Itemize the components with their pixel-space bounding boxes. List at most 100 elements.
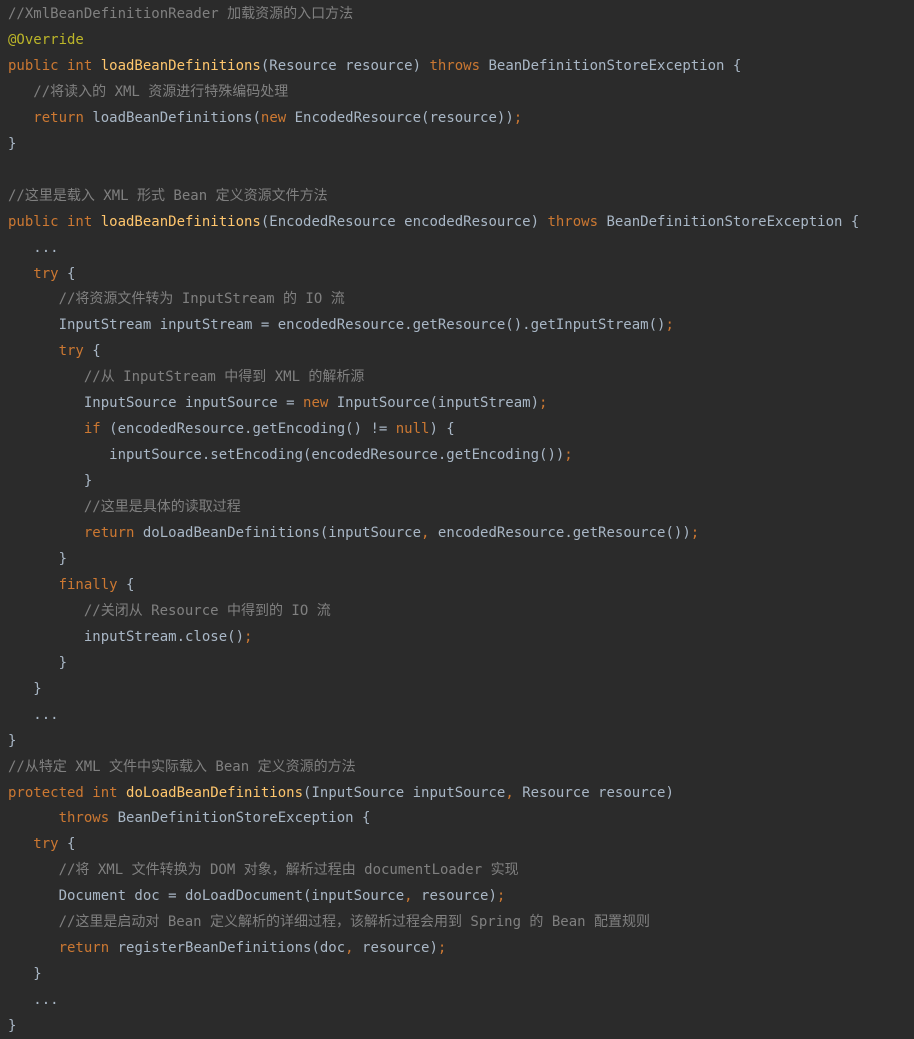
code-token: new — [303, 395, 337, 412]
code-token: Document doc = doLoadDocument(inputSourc… — [8, 888, 405, 905]
code-token: , — [421, 525, 438, 541]
code-token: BeanDefinitionStoreException { — [488, 57, 742, 74]
code-line: } — [8, 676, 42, 702]
code-line: if (encodedResource.getEncoding() != nul… — [8, 416, 455, 442]
code-token: } — [8, 473, 93, 490]
code-token: { — [126, 576, 135, 593]
code-token: ; — [244, 628, 253, 645]
code-line: } — [8, 546, 67, 572]
code-line: } — [8, 131, 16, 157]
code-token: ; — [690, 525, 700, 541]
code-line: inputSource.setEncoding(encodedResource.… — [8, 442, 573, 468]
code-line: try { — [8, 338, 101, 364]
code-line: //这里是启动对 Bean 定义解析的详细过程，该解析过程会用到 Spring … — [8, 909, 650, 935]
code-token: , — [505, 784, 523, 801]
code-comment: //这里是启动对 Bean 定义解析的详细过程，该解析过程会用到 Spring … — [8, 914, 651, 931]
code-token: } — [8, 654, 68, 671]
code-token: ... — [8, 239, 59, 256]
code-token: loadBeanDefinitions( — [92, 109, 261, 126]
code-editor[interactable]: //XmlBeanDefinitionReader 加载资源的入口方法 @Over… — [0, 0, 914, 1036]
code-token: public int — [8, 57, 101, 74]
code-token: null — [395, 421, 430, 438]
code-token: public int — [8, 213, 101, 230]
code-token: doLoadBeanDefinitions — [126, 784, 304, 801]
code-line: } — [8, 650, 67, 676]
code-token: { — [67, 265, 76, 282]
code-token: loadBeanDefinitions — [100, 57, 261, 74]
code-token: ; — [665, 317, 674, 334]
code-comment: //将资源文件转为 InputStream 的 IO 流 — [8, 291, 345, 308]
code-token: encodedResource.getResource()) — [437, 525, 691, 541]
code-token: BeanDefinitionStoreException { — [606, 213, 860, 230]
code-comment: //从 InputStream 中得到 XML 的解析源 — [8, 369, 365, 386]
code-line: protected int doLoadBeanDefinitions(Inpu… — [8, 780, 674, 806]
code-token: } — [8, 680, 42, 697]
code-token: loadBeanDefinitions — [100, 213, 261, 230]
code-token: resource) — [421, 888, 497, 905]
code-token: (Resource resource) — [260, 57, 430, 74]
code-line: return doLoadBeanDefinitions(inputSource… — [8, 520, 699, 546]
code-comment: //XmlBeanDefinitionReader 加载资源的入口方法 — [8, 6, 354, 22]
code-token: { — [92, 343, 101, 360]
code-line: } — [8, 728, 16, 754]
code-token: } — [8, 135, 17, 152]
code-token: try — [58, 343, 93, 360]
code-token: ... — [8, 992, 59, 1009]
code-line: //将资源文件转为 InputStream 的 IO 流 — [8, 286, 345, 312]
code-comment: //这里是载入 XML 形式 Bean 定义资源文件方法 — [8, 187, 328, 204]
code-token: throws — [547, 213, 607, 230]
code-comment: //将读入的 XML 资源进行特殊编码处理 — [8, 83, 289, 100]
code-line: //这里是载入 XML 形式 Bean 定义资源文件方法 — [8, 183, 328, 209]
code-line: Document doc = doLoadDocument(inputSourc… — [8, 883, 506, 909]
code-token: EncodedResource(resource)) — [294, 109, 514, 126]
code-token: finally — [58, 576, 127, 593]
code-token: if — [83, 421, 110, 438]
code-line: //从 InputStream 中得到 XML 的解析源 — [8, 364, 365, 390]
code-token: ... — [8, 706, 59, 723]
code-line: InputStream inputStream = encodedResourc… — [8, 312, 674, 338]
code-token: , — [404, 888, 422, 905]
code-token: ; — [513, 109, 523, 126]
code-line: @Override — [8, 27, 84, 53]
code-token: inputSource.setEncoding(encodedResource.… — [8, 447, 565, 464]
code-token: throws — [58, 810, 118, 827]
code-line: finally { — [8, 572, 135, 598]
code-line: public int loadBeanDefinitions(EncodedRe… — [8, 209, 859, 235]
code-token: BeanDefinitionStoreException { — [117, 810, 371, 827]
code-line: return registerBeanDefinitions(doc, reso… — [8, 935, 447, 961]
code-token: try — [33, 836, 68, 853]
code-line: //将 XML 文件转换为 DOM 对象，解析过程由 documentLoade… — [8, 857, 519, 883]
code-token: InputStream inputStream = encodedResourc… — [8, 317, 666, 334]
code-token: (InputSource inputSource — [303, 784, 506, 801]
code-token: protected int — [8, 784, 127, 801]
code-token: (EncodedResource encodedResource) — [260, 213, 548, 230]
code-line: ... — [8, 702, 59, 728]
code-token: new — [260, 109, 295, 126]
code-line: //关闭从 Resource 中得到的 IO 流 — [8, 598, 331, 624]
code-line: //从特定 XML 文件中实际载入 Bean 定义资源的方法 — [8, 754, 356, 780]
code-token: throws — [429, 57, 489, 74]
code-token: } — [8, 1018, 17, 1035]
code-token: } — [8, 732, 17, 749]
code-token: ; — [539, 395, 548, 412]
code-token: Resource resource) — [522, 784, 674, 801]
code-token: registerBeanDefinitions(doc — [117, 940, 346, 957]
code-token: doLoadBeanDefinitions(inputSource — [142, 525, 422, 541]
code-token: ; — [564, 447, 573, 464]
code-line: public int loadBeanDefinitions(Resource … — [8, 53, 741, 79]
code-token: resource) — [362, 940, 438, 957]
code-token: try — [33, 265, 68, 282]
code-token: @Override — [8, 31, 84, 48]
code-line: InputSource inputSource = new InputSourc… — [8, 390, 548, 416]
code-comment: //将 XML 文件转换为 DOM 对象，解析过程由 documentLoade… — [8, 862, 519, 879]
code-line: try { — [8, 831, 75, 857]
code-comment: //从特定 XML 文件中实际载入 Bean 定义资源的方法 — [8, 758, 356, 775]
code-token: return — [58, 940, 118, 957]
